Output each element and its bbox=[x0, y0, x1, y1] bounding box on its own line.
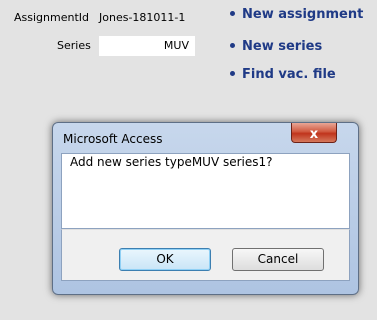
close-icon: x bbox=[309, 127, 319, 142]
message-dialog: Microsoft Access x Add new series typeMU… bbox=[52, 122, 359, 295]
ok-button[interactable]: OK bbox=[119, 248, 211, 271]
cancel-button[interactable]: Cancel bbox=[232, 248, 324, 271]
close-button[interactable]: x bbox=[291, 123, 337, 143]
series-label: Series bbox=[57, 39, 91, 52]
bullet-icon bbox=[230, 11, 235, 16]
find-vac-file-link-label: Find vac. file bbox=[242, 67, 336, 82]
series-field-value: MUV bbox=[163, 39, 189, 52]
bullet-icon bbox=[230, 43, 235, 48]
new-assignment-link-label: New assignment bbox=[242, 7, 364, 22]
new-series-link-label: New series bbox=[242, 39, 323, 54]
new-assignment-link[interactable]: New assignment bbox=[230, 7, 363, 22]
series-field[interactable]: MUV bbox=[99, 36, 195, 56]
new-series-link[interactable]: New series bbox=[230, 39, 322, 54]
assignment-id-label: AssignmentId bbox=[14, 11, 89, 24]
find-vac-file-link[interactable]: Find vac. file bbox=[230, 67, 336, 82]
dialog-title: Microsoft Access bbox=[63, 132, 163, 146]
bullet-icon bbox=[230, 71, 235, 76]
dialog-message: Add new series typeMUV series1? bbox=[70, 155, 273, 169]
dialog-button-area: OK Cancel bbox=[61, 229, 350, 281]
assignment-id-value: Jones-181011-1 bbox=[99, 11, 186, 24]
